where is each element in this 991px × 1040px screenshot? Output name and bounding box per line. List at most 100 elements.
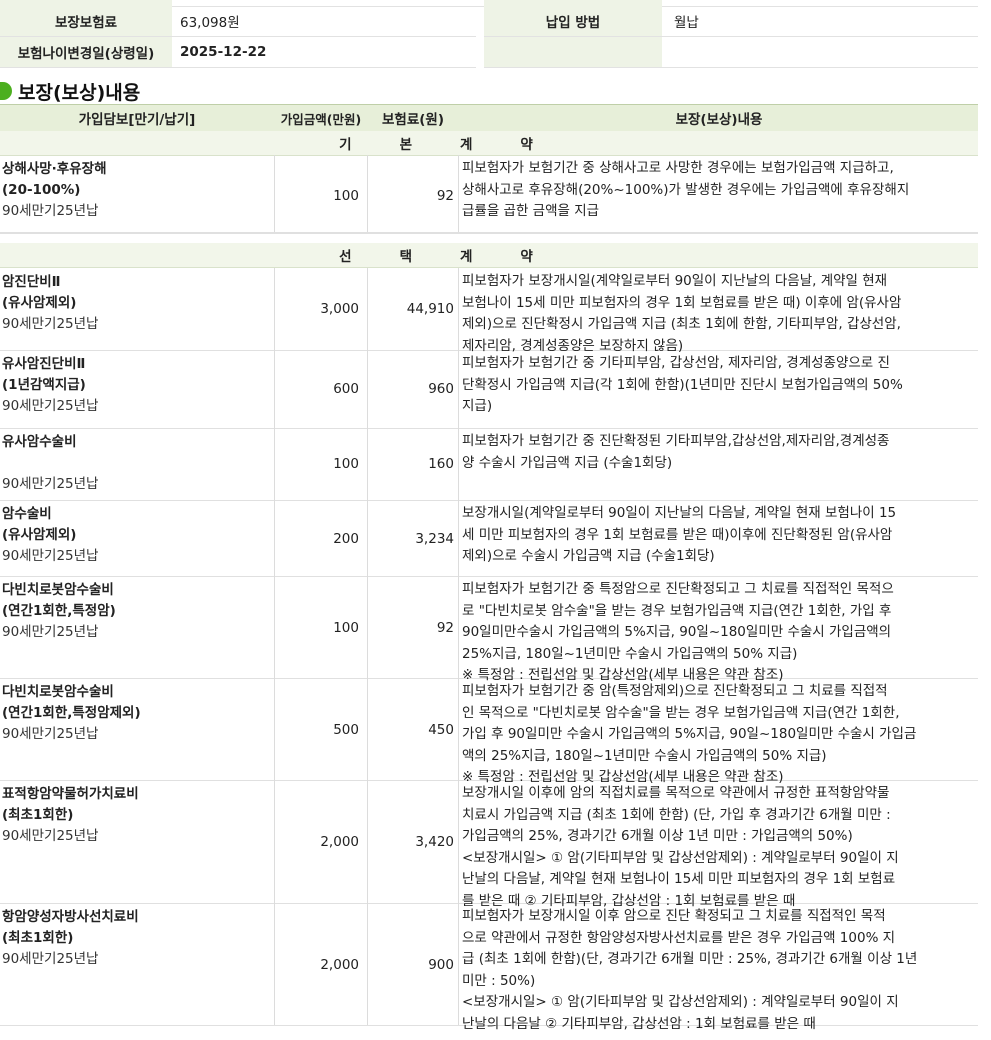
details-line: 90일미만수술시 가입금액의 5%지급, 90일~180일미만 수술시 가입금액… [462,624,892,640]
table-row: 항암양성자방사선치료비 (최초1회한) 90세만기25년납 2,000 900 피보험자가… [0,903,978,1032]
column-divider [274,350,275,428]
column-divider [458,350,459,428]
details-line: 제외)으로 수술시 가입금액 지급 (수술1회당) [462,548,715,564]
details-line: 단확정시 가입금액 지급(각 1회에 한함)(1년미만 진단시 보험가입금액의 … [462,376,903,393]
amount-cell: 100 [333,620,359,636]
details-line: 보장개시일(계약일로부터 90일이 지난날의 다음날, 계약일 현재 보험나이 … [462,505,897,521]
details-line: 피보험자가 보험기간 중 암(특정암제외)으로 진단확정되고 그 치료를 직접적 [462,683,888,699]
details-line: 급률을 곱한 금액을 지급 [462,203,600,219]
premium-cell: 92 [436,188,454,204]
summary-value: 63,098원 [180,15,240,31]
coverage-title: 유사암수술비 [2,434,77,450]
coverage-cell: 상해사망·후유장해 (20-100%) 90세만기25년납 [2,159,272,222]
coverage-period: 90세만기25년납 [2,726,99,742]
details-cell: 피보험자가 보장개시일 이후 암으로 진단 확정되고 그 치료를 직접적인 목적… [462,906,974,1035]
details-line: 피보험자가 보장개시일(계약일로부터 90일이 지난날의 다음날, 계약일 현재 [462,273,888,289]
coverage-title: 유사암진단비Ⅱ [2,356,86,372]
premium-cell: 900 [428,957,454,973]
details-line: 25%지급, 180일~1년미만 수술시 가입금액의 50% 지급) [462,645,798,662]
coverage-cell: 다빈치로봇암수술비 (연간1회한,특정암) 90세만기25년납 [2,580,272,643]
coverage-period: 90세만기25년납 [2,951,99,967]
details-line: 보험나이 15세 미만 피보험자의 경우 1회 보험료를 받은 때) 이후에 암… [462,294,902,311]
premium-cell: 450 [428,722,454,738]
details-line: 난날의 다음날, 계약일 현재 보험나이 15세 미만 피보험자의 경우 1회 … [462,871,896,887]
group-bar-basic: 기본계약 [0,131,978,156]
amount-cell: 3,000 [320,301,359,317]
coverage-title: 상해사망·후유장해 [2,161,107,177]
details-line: 피보험자가 보험기간 중 특정암으로 진단확정되고 그 치료를 직접적인 목적으 [462,581,894,597]
table-row: 다빈치로봇암수술비 (연간1회한,특정암제외) 90세만기25년납 500 450 피보험… [0,678,978,785]
column-divider [458,678,459,780]
coverage-subtitle: (유사암제외) [2,527,77,543]
details-cell: 피보험자가 보장개시일(계약일로부터 90일이 지난날의 다음날, 계약일 현재… [462,271,974,357]
details-cell: 피보험자가 보험기간 중 기타피부암, 갑상선암, 제자리암, 경계성종양으로 … [462,353,974,418]
bullet-icon [0,82,12,100]
details-line: 피보험자가 보험기간 중 기타피부암, 갑상선암, 제자리암, 경계성종양으로 … [462,355,890,371]
section-heading: 보장(보상)내용 [0,76,140,106]
coverage-cell: 유사암진단비Ⅱ (1년감액지급) 90세만기25년납 [2,354,272,417]
premium-cell: 44,910 [406,301,454,317]
coverage-cell: 항암양성자방사선치료비 (최초1회한) 90세만기25년납 [2,907,272,970]
amount-cell: 200 [333,531,359,547]
details-line: 피보험자가 보장개시일 이후 암으로 진단 확정되고 그 치료를 직접적인 목적 [462,908,886,924]
details-line: 피보험자가 보험기간 중 상해사고로 사망한 경우에는 보험가입금액 지급하고, [462,160,894,176]
header-premium: 보험료(원) [381,112,445,128]
column-divider [274,678,275,780]
coverage-title: 암진단비Ⅱ [2,274,61,290]
table-row: 표적항암약물허가치료비 (최초1회한) 90세만기25년납 2,000 3,420 보장개… [0,780,978,909]
table-row: 암진단비Ⅱ (유사암제외) 90세만기25년납 3,000 44,910 피보험자가 보장… [0,268,978,354]
coverage-subtitle: (유사암제외) [2,295,77,311]
amount-cell: 2,000 [320,834,359,850]
summary-label-empty [484,37,662,67]
header-details: 보장(보상)내용 [675,112,763,128]
column-divider [274,576,275,678]
summary-label: 보장보험료 [0,6,172,36]
details-line: 세 미만 피보험자의 경우 1회 보험료를 받은 때)이후에 진단확정된 암(유… [462,526,893,543]
coverage-subtitle [2,453,272,474]
details-line: 가입 후 90일미만 수술시 가입금액의 5%지급, 90일~180일미만 수술… [462,726,917,742]
amount-cell: 100 [333,188,359,204]
column-divider [458,428,459,500]
table-header: 가입담보[만기/납기] 가입금액(만원) 보험료(원) 보장(보상)내용 [0,104,978,132]
coverage-period: 90세만기25년납 [2,203,99,219]
premium-cell: 3,234 [415,531,454,547]
details-line: 인 목적으로 "다빈치로봇 암수술"을 받는 경우 보험가입금액 지급(연간 1… [462,704,900,721]
coverage-cell: 표적항암약물허가치료비 (최초1회한) 90세만기25년납 [2,784,272,847]
coverage-cell: 유사암수술비 90세만기25년납 [2,432,272,495]
table-row: 다빈치로봇암수술비 (연간1회한,특정암) 90세만기25년납 100 92 피보험자가 … [0,576,978,683]
coverage-title: 항암양성자방사선치료비 [2,909,139,925]
details-cell: 피보험자가 보험기간 중 진단확정된 기타피부암,갑상선암,제자리암,경계성종 양… [462,431,974,474]
details-line: 액의 25%지급, 180일~1년미만 수술시 가입금액의 50% 지급) [462,747,827,764]
details-line: 급 (최초 1회에 한함)(단, 경과기간 6개월 미만 : 25%, 경과기간… [462,951,918,967]
column-divider [458,576,459,678]
coverage-period: 90세만기25년납 [2,828,99,844]
coverage-title: 표적항암약물허가치료비 [2,786,139,802]
column-divider [274,428,275,500]
details-cell: 피보험자가 보험기간 중 특정암으로 진단확정되고 그 치료를 직접적인 목적으… [462,579,974,687]
table-row: 유사암수술비 90세만기25년납 100 160 피보험자가 보험기간 중 진단확정된… [0,428,978,501]
coverage-subtitle: (최초1회한) [2,807,74,823]
table-row: 상해사망·후유장해 (20-100%) 90세만기25년납 100 92 피보험자가 보험… [0,155,978,233]
column-divider [458,155,459,232]
premium-cell: 92 [436,620,454,636]
coverage-period: 90세만기25년납 [2,624,99,640]
details-line: 치료시 가입금액 지급 (최초 1회에 한함) (단, 가입 후 경과기간 6개… [462,806,891,823]
amount-cell: 100 [333,456,359,472]
details-line: 보장개시일 이후에 암의 직접치료를 목적으로 약관에서 규정한 표적항암약물 [462,785,890,801]
details-cell: 보장개시일 이후에 암의 직접치료를 목적으로 약관에서 규정한 표적항암약물치… [462,783,974,912]
details-line: 미만 : 50%) [462,972,536,989]
coverage-subtitle: (연간1회한,특정암) [2,603,116,619]
details-line: <보장개시일> ① 암(기타피부암 및 갑상선암제외) : 계약일로부터 90일… [462,849,899,866]
column-divider [458,268,459,350]
amount-cell: 2,000 [320,957,359,973]
coverage-subtitle: (20-100%) [2,182,81,198]
coverage-cell: 암진단비Ⅱ (유사암제외) 90세만기25년납 [2,272,272,335]
details-line: 피보험자가 보험기간 중 진단확정된 기타피부암,갑상선암,제자리암,경계성종 [462,433,890,449]
details-cell: 보장개시일(계약일로부터 90일이 지난날의 다음날, 계약일 현재 보험나이 … [462,503,974,568]
column-divider [458,780,459,903]
details-line: 로 "다빈치로봇 암수술"을 받는 경우 보험가입금액 지급(연간 1회한, 가… [462,602,892,619]
summary-label: 보험나이변경일(상령일) [0,37,172,67]
summary-label: 납입 방법 [484,6,662,36]
coverage-subtitle: (최초1회한) [2,930,74,946]
details-line: 지급) [462,398,493,414]
